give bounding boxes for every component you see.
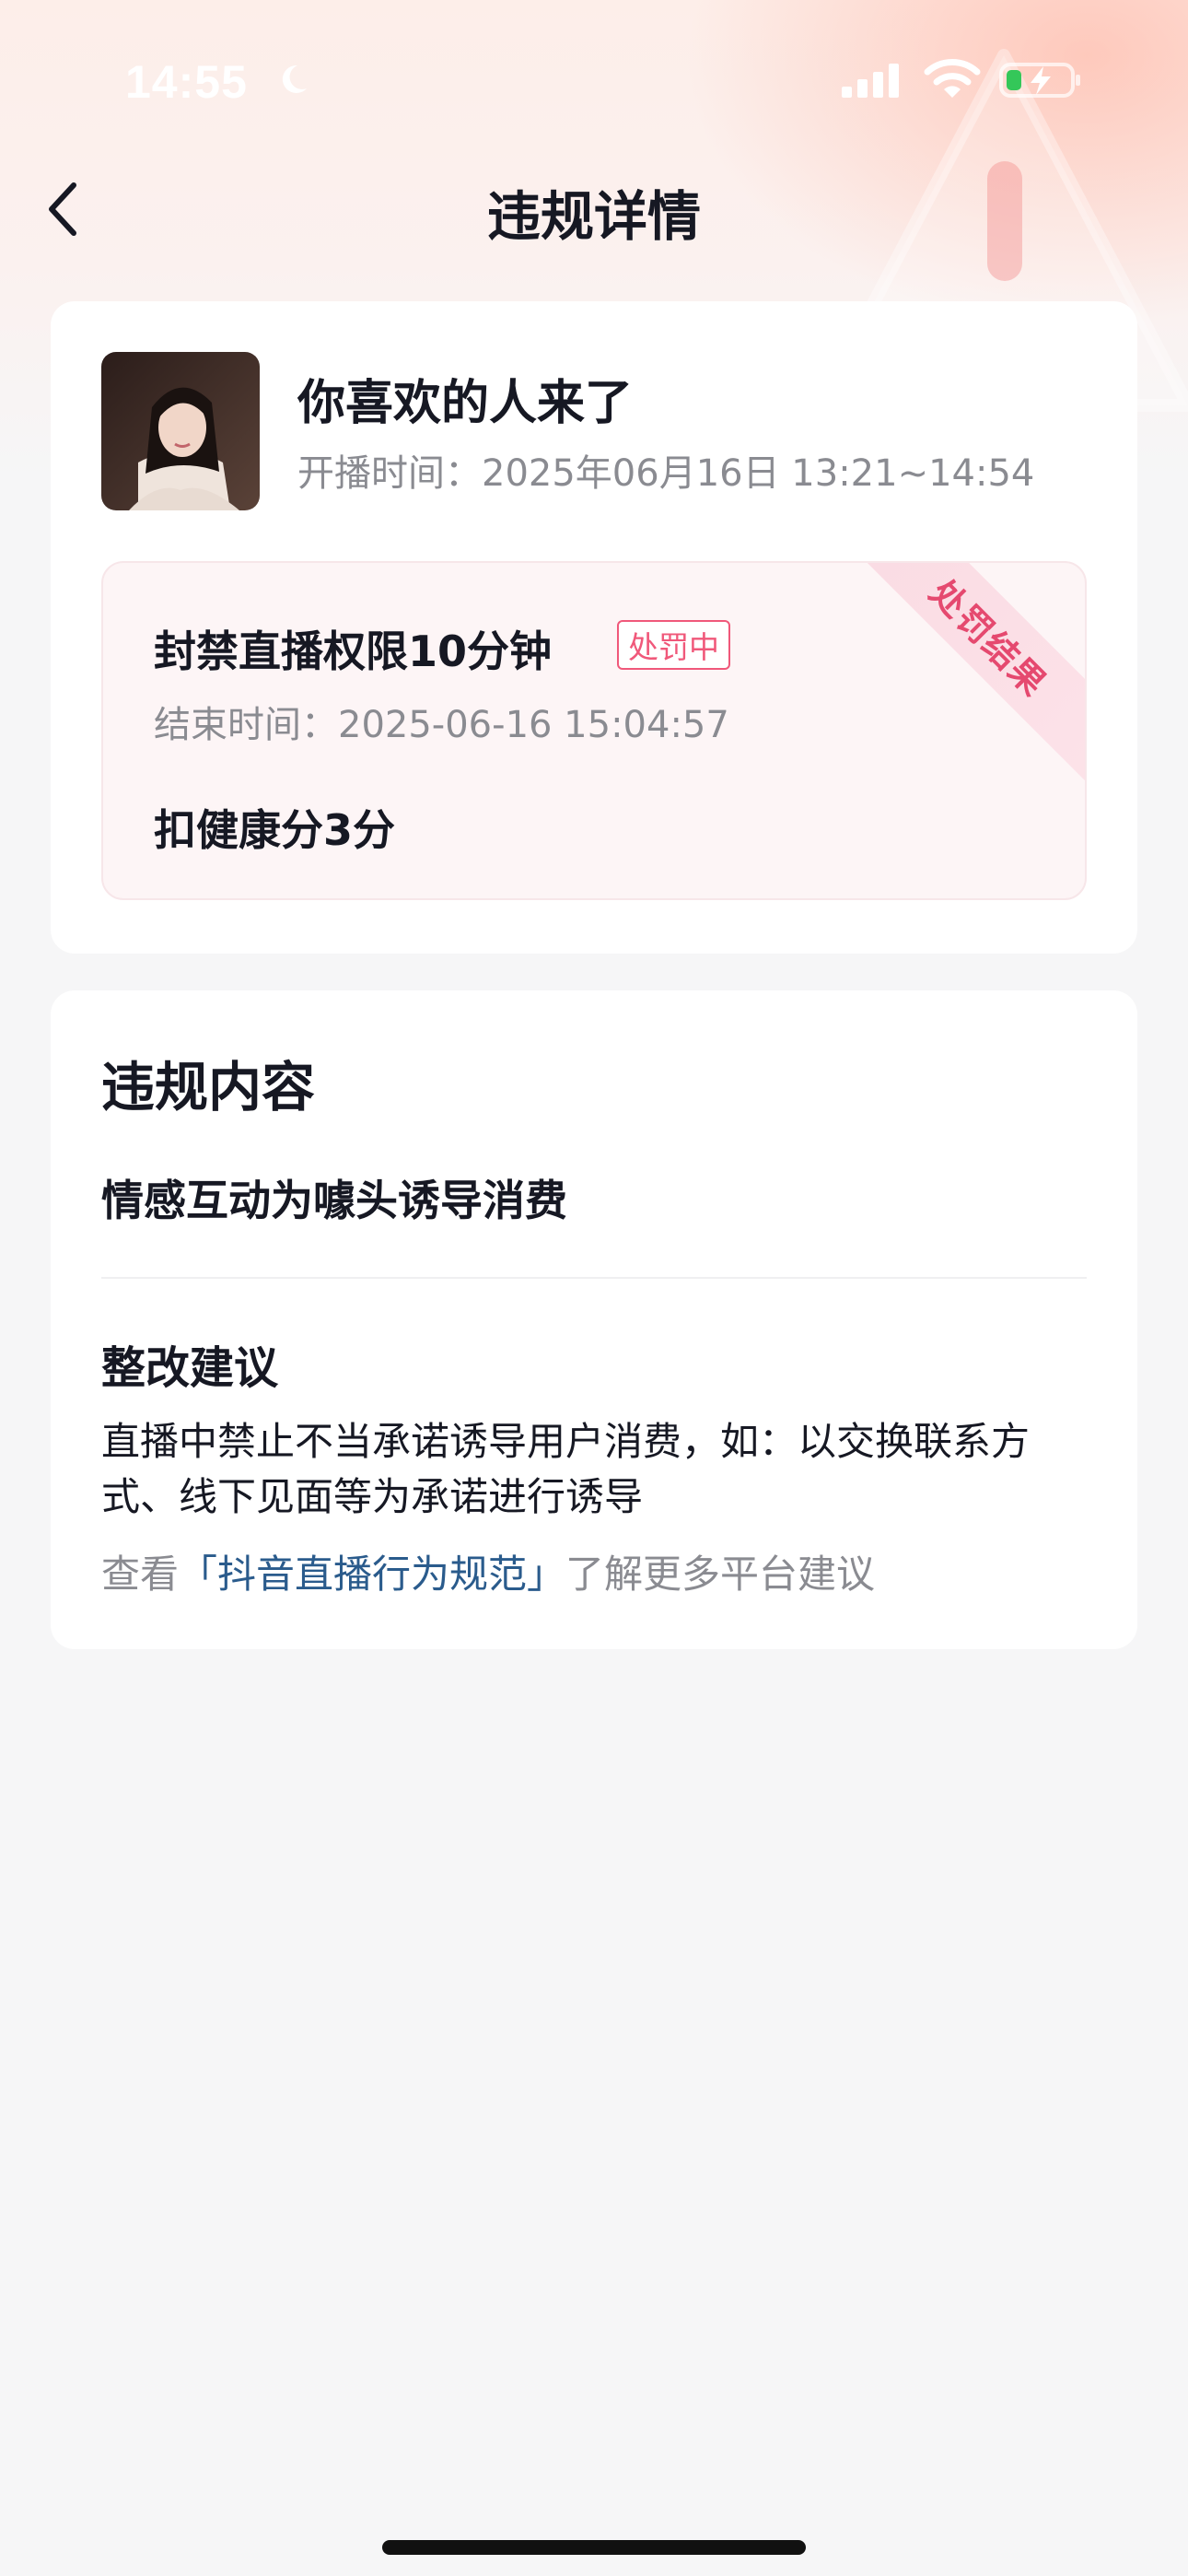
penalty-result-ribbon: 处罚结果: [842, 563, 1085, 785]
violation-content: 情感互动为噱头诱导消费: [101, 1176, 567, 1225]
signal-icon: [842, 64, 899, 98]
advice-title: 整改建议: [101, 1342, 279, 1394]
violation-card: 违规内容 情感互动为噱头诱导消费 整改建议 直播中禁止不当承诺诱导用户消费，如：…: [51, 990, 1137, 1649]
page-title: 违规详情: [486, 185, 701, 248]
nav-bar: 违规详情: [0, 157, 1188, 258]
rules-link[interactable]: 「抖音直播行为规范」: [179, 1551, 565, 1597]
rules-line: 查看「抖音直播行为规范」了解更多平台建议: [101, 1543, 875, 1599]
avatar[interactable]: [101, 352, 260, 510]
penalty-title: 封禁直播权限10分钟: [154, 626, 553, 676]
end-time-value: 2025-06-16 15:04:57: [338, 704, 729, 746]
status-bar: 14:55: [0, 0, 1188, 157]
stream-info-card: 你喜欢的人来了 开播时间：2025年06月16日 13:21~14:54 处罚结…: [51, 301, 1137, 954]
advice-body: 直播中禁止不当承诺诱导用户消费，如：以交换联系方式、线下见面等为承诺进行诱导: [101, 1419, 1031, 1519]
health-score-deduction: 扣健康分3分: [154, 805, 396, 855]
end-time-label: 结束时间：: [154, 704, 338, 746]
penalty-result-box: 处罚结果 封禁直播权限10分钟 处罚中 结束时间：2025-06-16 15:0…: [101, 561, 1087, 900]
rules-suffix: 了解更多平台建议: [565, 1551, 876, 1597]
stream-time-label: 开播时间：: [297, 452, 482, 495]
rules-prefix: 查看: [101, 1551, 180, 1597]
wifi-icon: [924, 59, 981, 98]
status-badge: 处罚中: [617, 620, 730, 670]
violation-section-title: 违规内容: [101, 1056, 316, 1118]
battery-icon: [999, 63, 1080, 98]
stream-time: 开播时间：2025年06月16日 13:21~14:54: [297, 443, 1034, 497]
status-time: 14:55: [125, 56, 248, 108]
moon-icon: [282, 64, 307, 93]
streamer-name: 你喜欢的人来了: [297, 376, 634, 431]
divider: [101, 1277, 1087, 1279]
home-indicator[interactable]: [382, 2540, 806, 2555]
stream-time-value: 2025年06月16日 13:21~14:54: [482, 452, 1035, 495]
penalty-end-time: 结束时间：2025-06-16 15:04:57: [154, 695, 729, 748]
